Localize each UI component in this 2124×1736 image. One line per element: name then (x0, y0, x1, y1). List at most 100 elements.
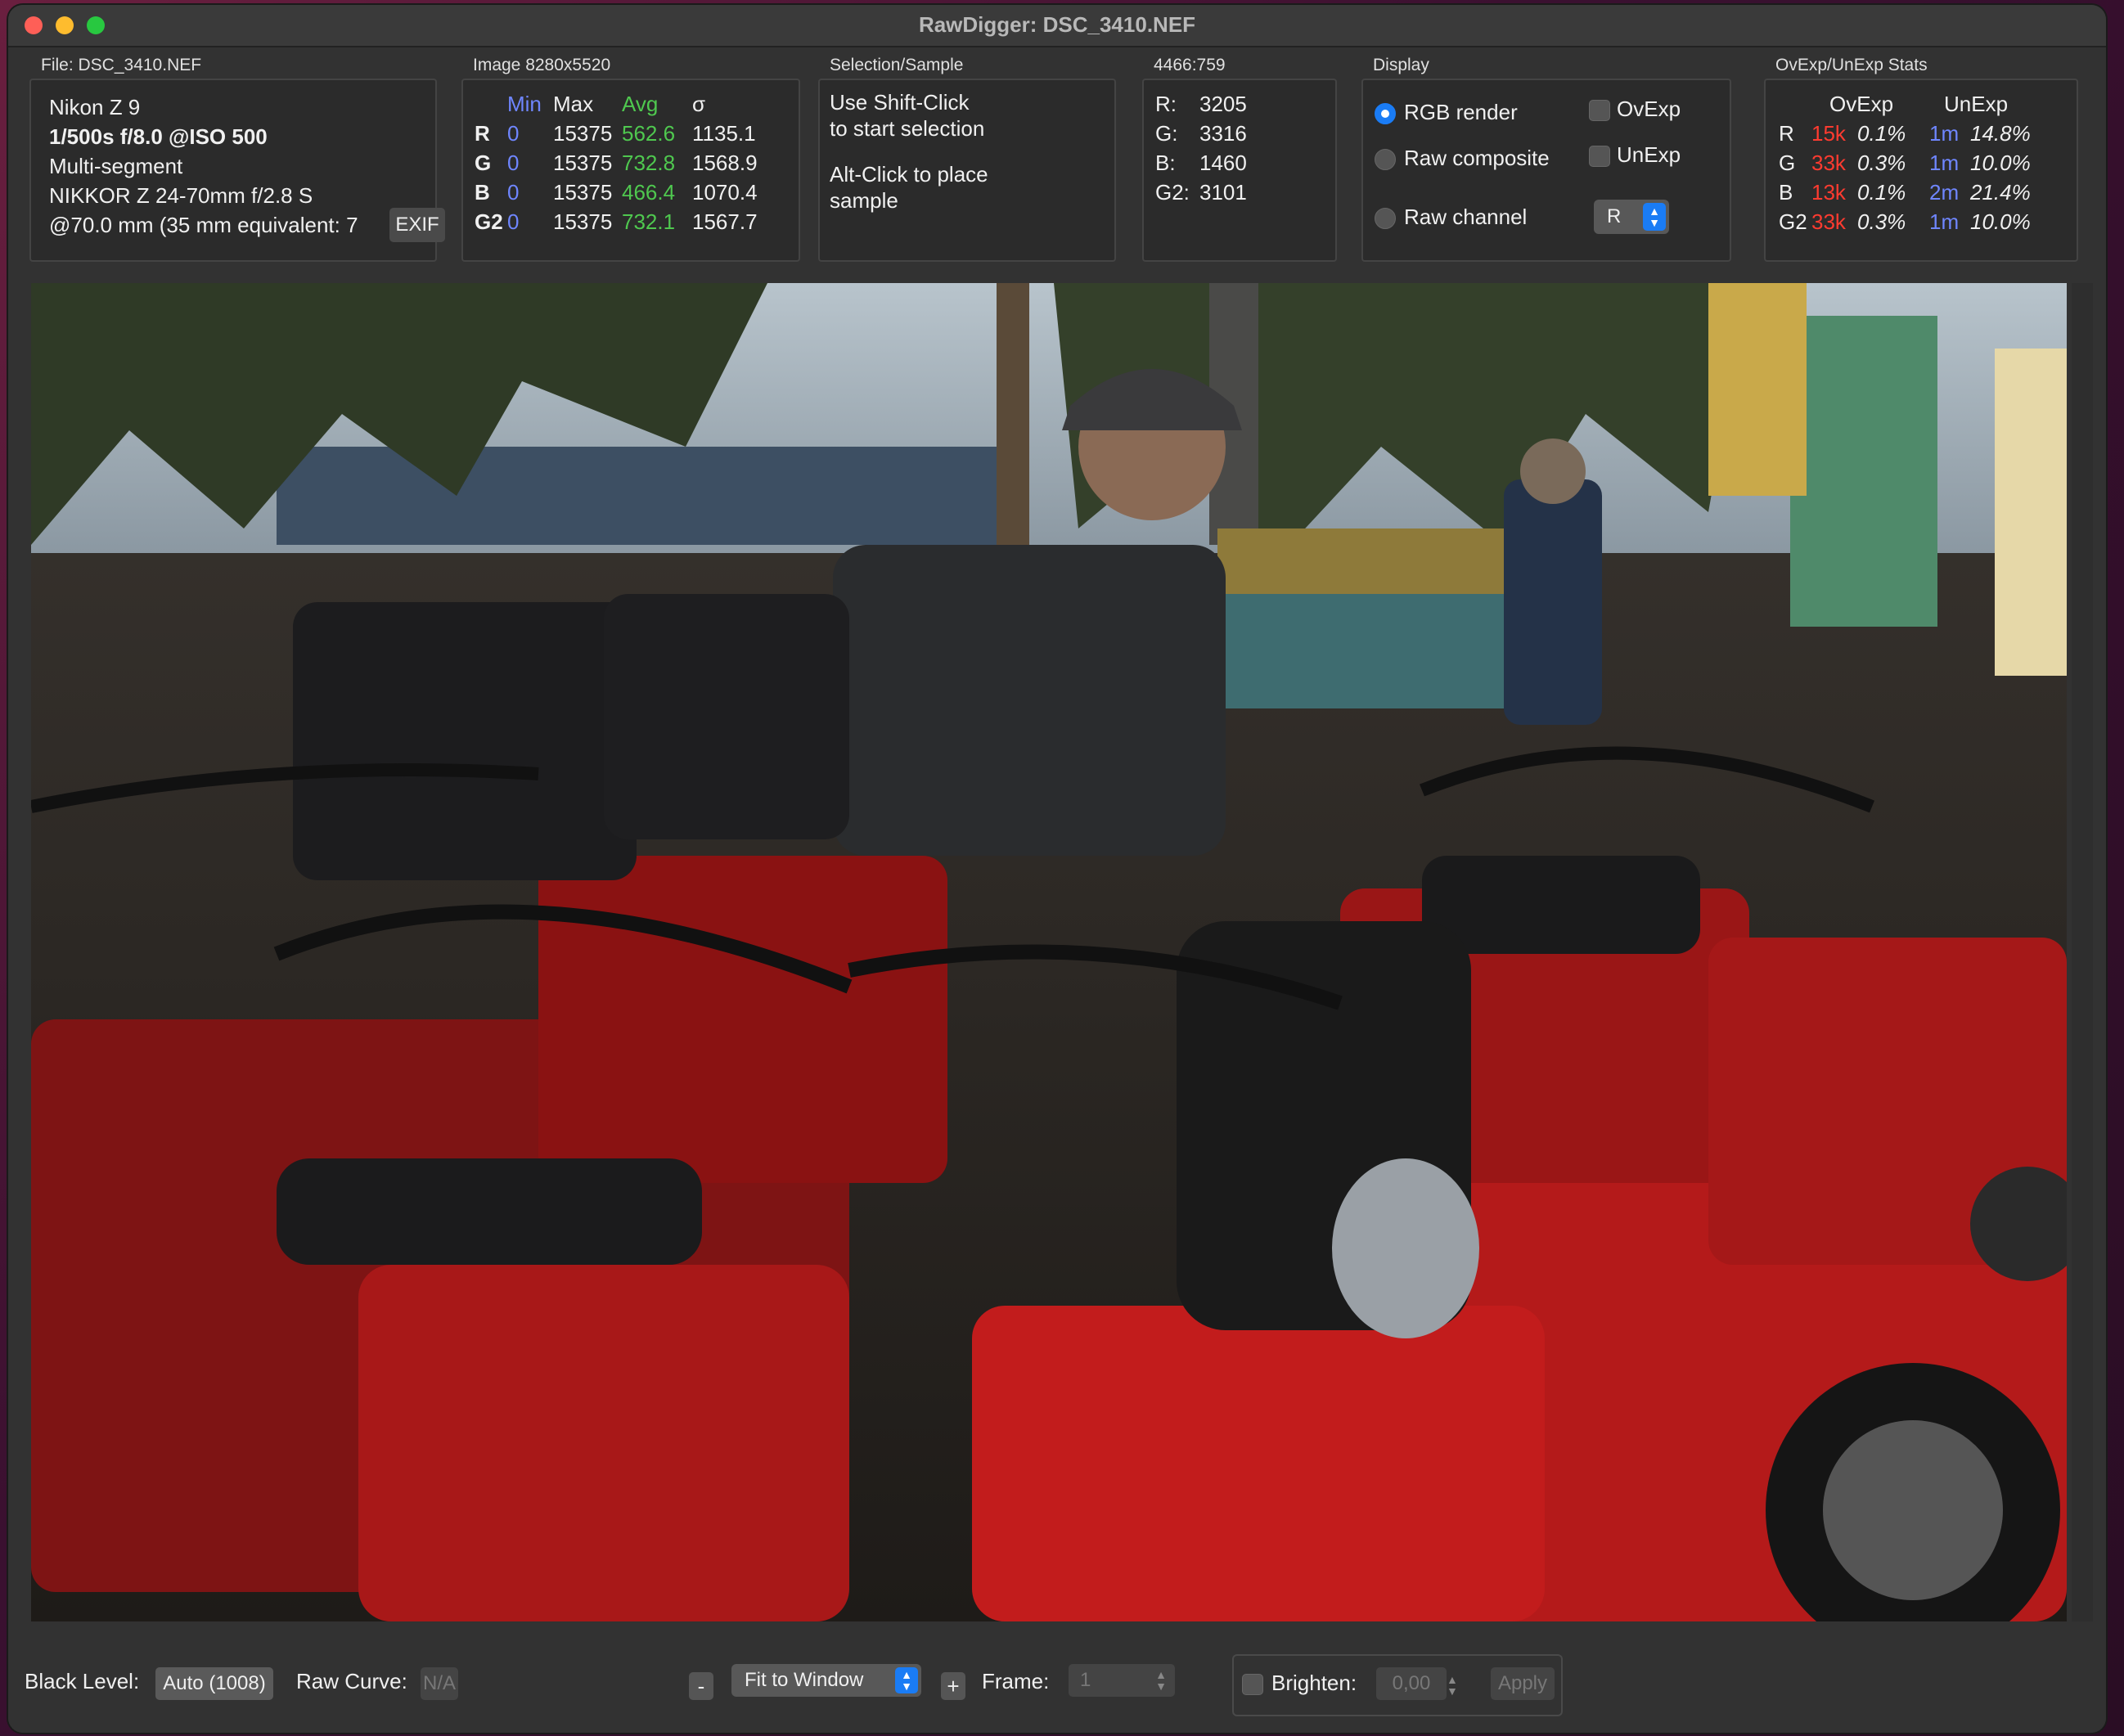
rgb-render-radio[interactable] (1375, 103, 1396, 124)
zoom-select[interactable]: Fit to Window ▲ ▼ (731, 1664, 921, 1697)
frame-label: Frame: (982, 1669, 1050, 1693)
stats-channel: G (1779, 151, 1796, 175)
raw-image-view[interactable] (31, 283, 2067, 1621)
stats-channel: R (1779, 121, 1794, 146)
photo-illustration (31, 283, 2067, 1621)
apply-button[interactable]: Apply (1491, 1667, 1555, 1700)
zoom-value: Fit to Window (745, 1669, 864, 1691)
exposure-info: 1/500s f/8.0 @ISO 500 (49, 124, 268, 149)
lens-name: NIKKOR Z 24-70mm f/2.8 S (49, 183, 313, 208)
header-min: Min (507, 92, 542, 116)
row-min: 0 (507, 151, 520, 175)
raw-curve-label: Raw Curve: (296, 1669, 407, 1693)
ovexp-checkbox[interactable] (1589, 100, 1610, 121)
unexp-count: 1m (1929, 209, 1960, 234)
unexp-count: 1m (1929, 121, 1960, 146)
ovexp-percent: 0.1% (1857, 121, 1906, 146)
row-min: 0 (507, 209, 520, 234)
rgb-render-label[interactable]: RGB render (1404, 100, 1518, 125)
stats-channel: G2 (1779, 209, 1807, 234)
sample-panel: R: 3205 G: 3316 B: 1460 G2: 3101 (1142, 79, 1337, 262)
sample-value: 1460 (1199, 151, 1247, 175)
file-panel-label: File: DSC_3410.NEF (41, 56, 202, 74)
row-sigma: 1568.9 (692, 151, 758, 175)
vertical-scrollbar[interactable] (2072, 283, 2093, 1621)
ovexp-percent: 0.3% (1857, 209, 1906, 234)
raw-channel-select[interactable]: R ▲ ▼ (1594, 200, 1669, 234)
image-stats-panel: Min Max Avg σ R 0 15375 562.6 1135.1 G 0… (461, 79, 800, 262)
display-panel: RGB render Raw composite Raw channel OvE… (1361, 79, 1731, 262)
sample-value: 3205 (1199, 92, 1247, 116)
app-window: RawDigger: DSC_3410.NEF File: DSC_3410.N… (8, 5, 2106, 1733)
unexp-count: 2m (1929, 180, 1960, 205)
select-stepper-icon: ▲ ▼ (1643, 203, 1666, 231)
row-channel: B (475, 180, 490, 205)
brighten-checkbox[interactable] (1242, 1674, 1263, 1695)
row-avg: 466.4 (622, 180, 676, 205)
row-sigma: 1567.7 (692, 209, 758, 234)
unexp-percent: 21.4% (1970, 180, 2031, 205)
unexp-count: 1m (1929, 151, 1960, 175)
window-title: RawDigger: DSC_3410.NEF (918, 12, 1196, 37)
display-panel-label: Display (1373, 56, 1429, 74)
ovexp-label[interactable]: OvExp (1617, 97, 1681, 122)
frame-stepper-icon: ▲ ▼ (1155, 1668, 1167, 1693)
camera-model: Nikon Z 9 (49, 95, 141, 119)
black-level-field[interactable]: Auto (1008) (155, 1667, 273, 1700)
sample-hint-2: sample (830, 188, 898, 213)
unexp-percent: 14.8% (1970, 121, 2031, 146)
zoom-out-button[interactable]: - (689, 1672, 713, 1700)
header-sigma: σ (692, 92, 706, 116)
sample-value: 3101 (1199, 180, 1247, 205)
header-max: Max (553, 92, 594, 116)
sample-value: 3316 (1199, 121, 1247, 146)
ovexp-count: 13k (1811, 180, 1846, 205)
ovexp-percent: 0.3% (1857, 151, 1906, 175)
row-avg: 732.8 (622, 151, 676, 175)
zoom-in-button[interactable]: + (941, 1672, 965, 1700)
ovexp-count: 33k (1811, 209, 1846, 234)
brighten-group: Brighten: 0,00 ▲ ▼ Apply (1232, 1654, 1563, 1716)
row-min: 0 (507, 121, 520, 146)
sample-channel: B: (1155, 151, 1176, 175)
row-max: 15375 (553, 180, 613, 205)
raw-composite-label[interactable]: Raw composite (1404, 146, 1550, 171)
ovexp-percent: 0.1% (1857, 180, 1906, 205)
stats-panel-label: OvExp/UnExp Stats (1775, 56, 1928, 74)
row-max: 15375 (553, 121, 613, 146)
raw-curve-field[interactable]: N/A (421, 1667, 458, 1700)
sample-channel: G: (1155, 121, 1178, 146)
exif-button[interactable]: EXIF (389, 208, 445, 242)
raw-composite-radio[interactable] (1375, 149, 1396, 170)
unexp-checkbox[interactable] (1589, 146, 1610, 167)
brighten-label: Brighten: (1271, 1671, 1357, 1695)
selection-hint-2: to start selection (830, 116, 985, 141)
row-max: 15375 (553, 209, 613, 234)
row-avg: 732.1 (622, 209, 676, 234)
sample-hint-1: Alt-Click to place (830, 162, 988, 187)
frame-field[interactable]: 1 ▲ ▼ (1069, 1664, 1175, 1697)
row-sigma: 1070.4 (692, 180, 758, 205)
raw-channel-radio[interactable] (1375, 208, 1396, 229)
brighten-stepper-icon[interactable]: ▲ ▼ (1447, 1674, 1458, 1697)
unexp-label[interactable]: UnExp (1617, 142, 1681, 168)
row-channel: G (475, 151, 492, 175)
metering-mode: Multi-segment (49, 154, 183, 178)
raw-channel-label[interactable]: Raw channel (1404, 205, 1527, 230)
title-bar: RawDigger: DSC_3410.NEF (8, 5, 2106, 47)
selection-panel: Use Shift-Click to start selection Alt-C… (818, 79, 1116, 262)
header-avg: Avg (622, 92, 659, 116)
stats-header-unexp: UnExp (1944, 92, 2009, 116)
focal-length: @70.0 mm (35 mm equivalent: 7 (49, 213, 358, 237)
image-panel-label: Image 8280x5520 (473, 56, 611, 74)
ovexp-count: 15k (1811, 121, 1846, 146)
row-channel: R (475, 121, 490, 146)
brighten-field[interactable]: 0,00 (1376, 1667, 1447, 1700)
select-stepper-icon: ▲ ▼ (895, 1667, 918, 1693)
row-channel: G2 (475, 209, 503, 234)
unexp-percent: 10.0% (1970, 151, 2031, 175)
row-max: 15375 (553, 151, 613, 175)
black-level-label: Black Level: (25, 1669, 140, 1693)
row-avg: 562.6 (622, 121, 676, 146)
ovexp-count: 33k (1811, 151, 1846, 175)
